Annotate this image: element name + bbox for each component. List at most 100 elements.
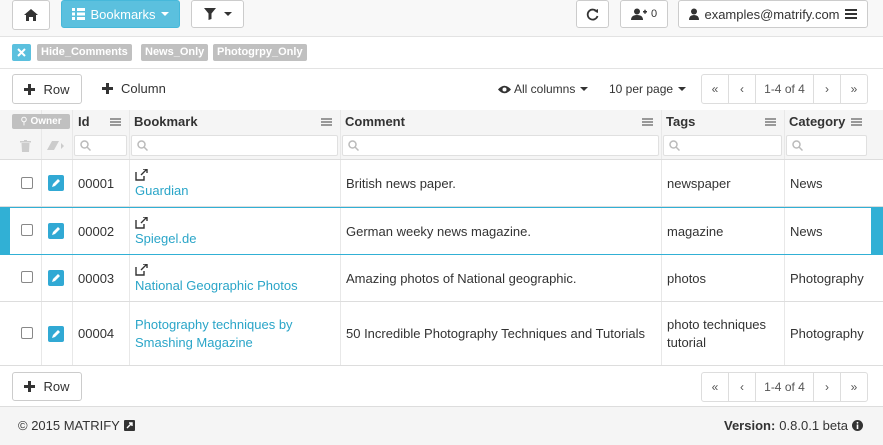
column-header-tags[interactable]: Tags: [666, 114, 695, 129]
first-page-icon[interactable]: «: [701, 74, 729, 104]
info-icon[interactable]: [851, 420, 863, 431]
row-checkbox[interactable]: [21, 327, 33, 339]
column-header-comment[interactable]: Comment: [345, 114, 405, 129]
close-icon: [17, 48, 26, 57]
search-input-comment[interactable]: [342, 135, 659, 156]
copyright: © 2015 MATRIFY: [18, 418, 135, 433]
version-value: 0.8.0.1 beta: [779, 418, 848, 433]
chevron-down-icon: [678, 87, 687, 91]
row-checkbox[interactable]: [21, 177, 33, 189]
bookmark-link[interactable]: Guardian: [135, 183, 188, 198]
columns-dropdown[interactable]: All columns: [498, 82, 589, 96]
external-link-icon[interactable]: [135, 263, 148, 276]
bookmark-link-line2[interactable]: Smashing Magazine: [135, 334, 293, 352]
add-row-label: Row: [43, 81, 70, 97]
table-row[interactable]: 00004 Photography techniques by Smashing…: [0, 302, 883, 366]
version-label: Version:: [724, 418, 776, 433]
cell-tags: photos: [667, 270, 707, 286]
column-menu-icon[interactable]: [851, 118, 862, 126]
cell-id: 00002: [78, 223, 115, 239]
table-row[interactable]: 00002 Spiegel.de German weeky news magaz…: [0, 207, 883, 255]
chevron-down-icon: [580, 87, 589, 91]
search-input-tags[interactable]: [663, 135, 782, 156]
add-column-button[interactable]: Column: [102, 81, 166, 96]
column-menu-icon[interactable]: [642, 118, 653, 126]
notification-count: 0: [650, 8, 658, 20]
add-row-button[interactable]: Row: [12, 74, 82, 104]
bookmark-link[interactable]: Photography techniques by: [135, 316, 293, 334]
cell-id: 00003: [78, 270, 115, 286]
home-icon: [24, 9, 38, 21]
tag-value: photo techniques: [667, 316, 767, 332]
home-button[interactable]: [12, 0, 50, 30]
trash-icon[interactable]: [20, 140, 31, 152]
eye-icon: [498, 85, 511, 93]
search-input-bookmark[interactable]: [131, 135, 338, 156]
bottom-toolbar: Row « ‹ 1-4 of 4 › »: [0, 367, 883, 406]
cell-comment: British news paper.: [346, 175, 456, 191]
search-icon: [348, 140, 359, 151]
user-menu-button[interactable]: examples@matrify.com: [678, 0, 868, 28]
edit-icon[interactable]: [48, 175, 64, 191]
cell-tags: newspaper: [667, 175, 731, 191]
selection-marker: [871, 208, 883, 254]
prev-page-icon[interactable]: ‹: [728, 74, 756, 104]
plus-icon: [24, 83, 36, 95]
eraser-icon[interactable]: [46, 141, 64, 151]
table-row[interactable]: 00003 National Geographic Photos Amazing…: [0, 255, 883, 302]
plus-icon: [102, 83, 113, 94]
search-input-id[interactable]: [74, 135, 127, 156]
filter-tag-photography-only[interactable]: Photogrpy_Only: [213, 44, 307, 61]
cell-tags: magazine: [667, 223, 724, 239]
last-page-icon[interactable]: »: [840, 372, 868, 402]
external-link-icon[interactable]: [123, 420, 135, 431]
page-range: 1-4 of 4: [755, 74, 814, 104]
add-column-label: Column: [121, 81, 166, 96]
next-page-icon[interactable]: ›: [813, 74, 841, 104]
column-header-category[interactable]: Category: [789, 114, 845, 129]
table-toolbar: Row Column All columns 10 per page « ‹ 1…: [0, 69, 883, 110]
top-navbar: Bookmarks 0 examples@matrify.com: [0, 0, 883, 37]
first-page-icon[interactable]: «: [701, 372, 729, 402]
filter-tag-news-only[interactable]: News_Only: [141, 44, 209, 61]
owner-filter-button[interactable]: ⚲ Owner: [12, 114, 70, 129]
column-menu-icon[interactable]: [110, 118, 121, 126]
bookmark-link[interactable]: National Geographic Photos: [135, 278, 298, 293]
column-menu-icon[interactable]: [321, 118, 332, 126]
search-icon: [137, 140, 148, 151]
filter-dropdown-button[interactable]: [191, 0, 244, 28]
prev-page-icon[interactable]: ‹: [728, 372, 756, 402]
user-icon: [689, 8, 700, 20]
per-page-label: 10 per page: [609, 82, 674, 96]
edit-icon[interactable]: [48, 223, 64, 239]
pagination-bottom: « ‹ 1-4 of 4 › »: [701, 372, 868, 402]
version-info: Version: 0.8.0.1 beta: [724, 418, 863, 433]
filter-tag-hide-comments[interactable]: Hide_Comments: [37, 44, 132, 61]
add-row-button-bottom[interactable]: Row: [12, 372, 82, 401]
next-page-icon[interactable]: ›: [813, 372, 841, 402]
hamburger-menu-icon: [844, 9, 857, 19]
page-range: 1-4 of 4: [755, 372, 814, 402]
column-header-id[interactable]: Id: [78, 114, 90, 129]
cell-id: 00001: [78, 175, 115, 191]
search-icon: [792, 140, 803, 151]
edit-icon[interactable]: [48, 270, 64, 286]
clear-filters-button[interactable]: [12, 44, 31, 61]
add-user-button[interactable]: 0: [620, 0, 668, 28]
bookmark-link[interactable]: Spiegel.de: [135, 231, 196, 246]
column-menu-icon[interactable]: [765, 118, 776, 126]
cell-category: Photography: [790, 270, 864, 286]
external-link-icon[interactable]: [135, 168, 148, 181]
footer: © 2015 MATRIFY Version: 0.8.0.1 beta: [0, 406, 883, 445]
search-input-category[interactable]: [786, 135, 867, 156]
row-checkbox[interactable]: [21, 271, 33, 283]
edit-icon[interactable]: [48, 326, 64, 342]
table-row[interactable]: 00001 Guardian British news paper. newsp…: [0, 160, 883, 207]
bookmarks-dropdown-button[interactable]: Bookmarks: [61, 0, 180, 28]
row-checkbox[interactable]: [21, 224, 33, 236]
last-page-icon[interactable]: »: [840, 74, 868, 104]
column-header-bookmark[interactable]: Bookmark: [134, 114, 198, 129]
refresh-button[interactable]: [576, 0, 609, 28]
per-page-dropdown[interactable]: 10 per page: [609, 82, 687, 96]
external-link-icon[interactable]: [135, 216, 148, 229]
